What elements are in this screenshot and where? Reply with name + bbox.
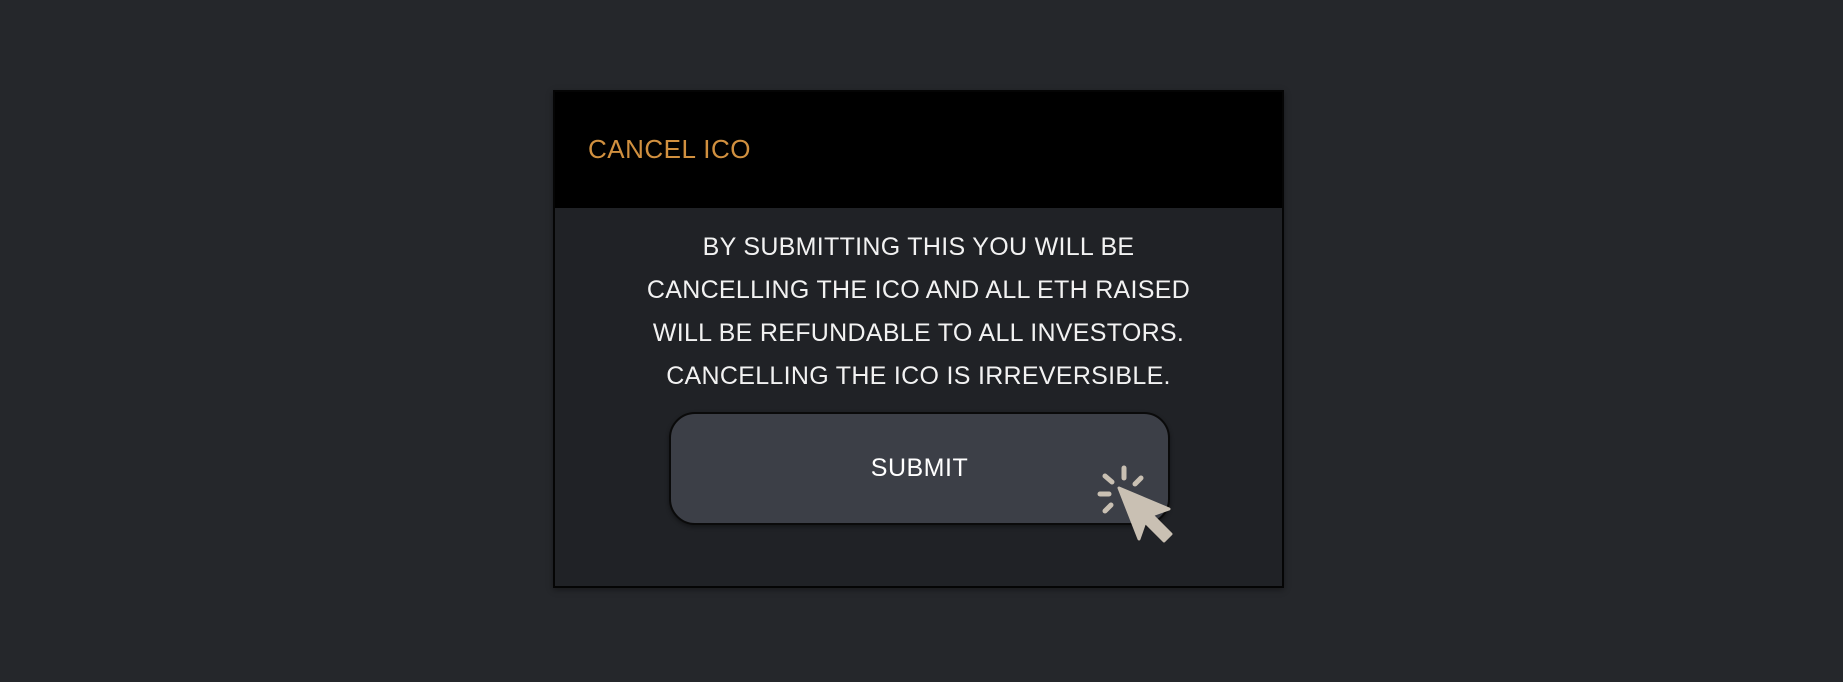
click-ray bbox=[1102, 473, 1115, 485]
click-pointer-icon bbox=[1097, 465, 1173, 543]
message-line: CANCELLING THE ICO IS IRREVERSIBLE. bbox=[666, 362, 1171, 390]
dialog-title: CANCEL ICO bbox=[588, 134, 751, 164]
click-ray bbox=[1132, 475, 1144, 487]
submit-button-label: SUBMIT bbox=[870, 454, 969, 482]
dialog-message: BY SUBMITTING THIS YOU WILL BE CANCELLIN… bbox=[555, 226, 1282, 398]
message-line: CANCELLING THE ICO AND ALL ETH RAISED bbox=[646, 276, 1191, 304]
cancel-ico-dialog: CANCEL ICO BY SUBMITTING THIS YOU WILL B… bbox=[553, 90, 1284, 588]
message-line: BY SUBMITTING THIS YOU WILL BE bbox=[702, 233, 1135, 261]
pointer-arrow bbox=[1117, 486, 1173, 543]
dialog-header: CANCEL ICO bbox=[555, 92, 1282, 208]
click-ray bbox=[1102, 502, 1114, 514]
message-line: WILL BE REFUNDABLE TO ALL INVESTORS. bbox=[652, 319, 1185, 347]
